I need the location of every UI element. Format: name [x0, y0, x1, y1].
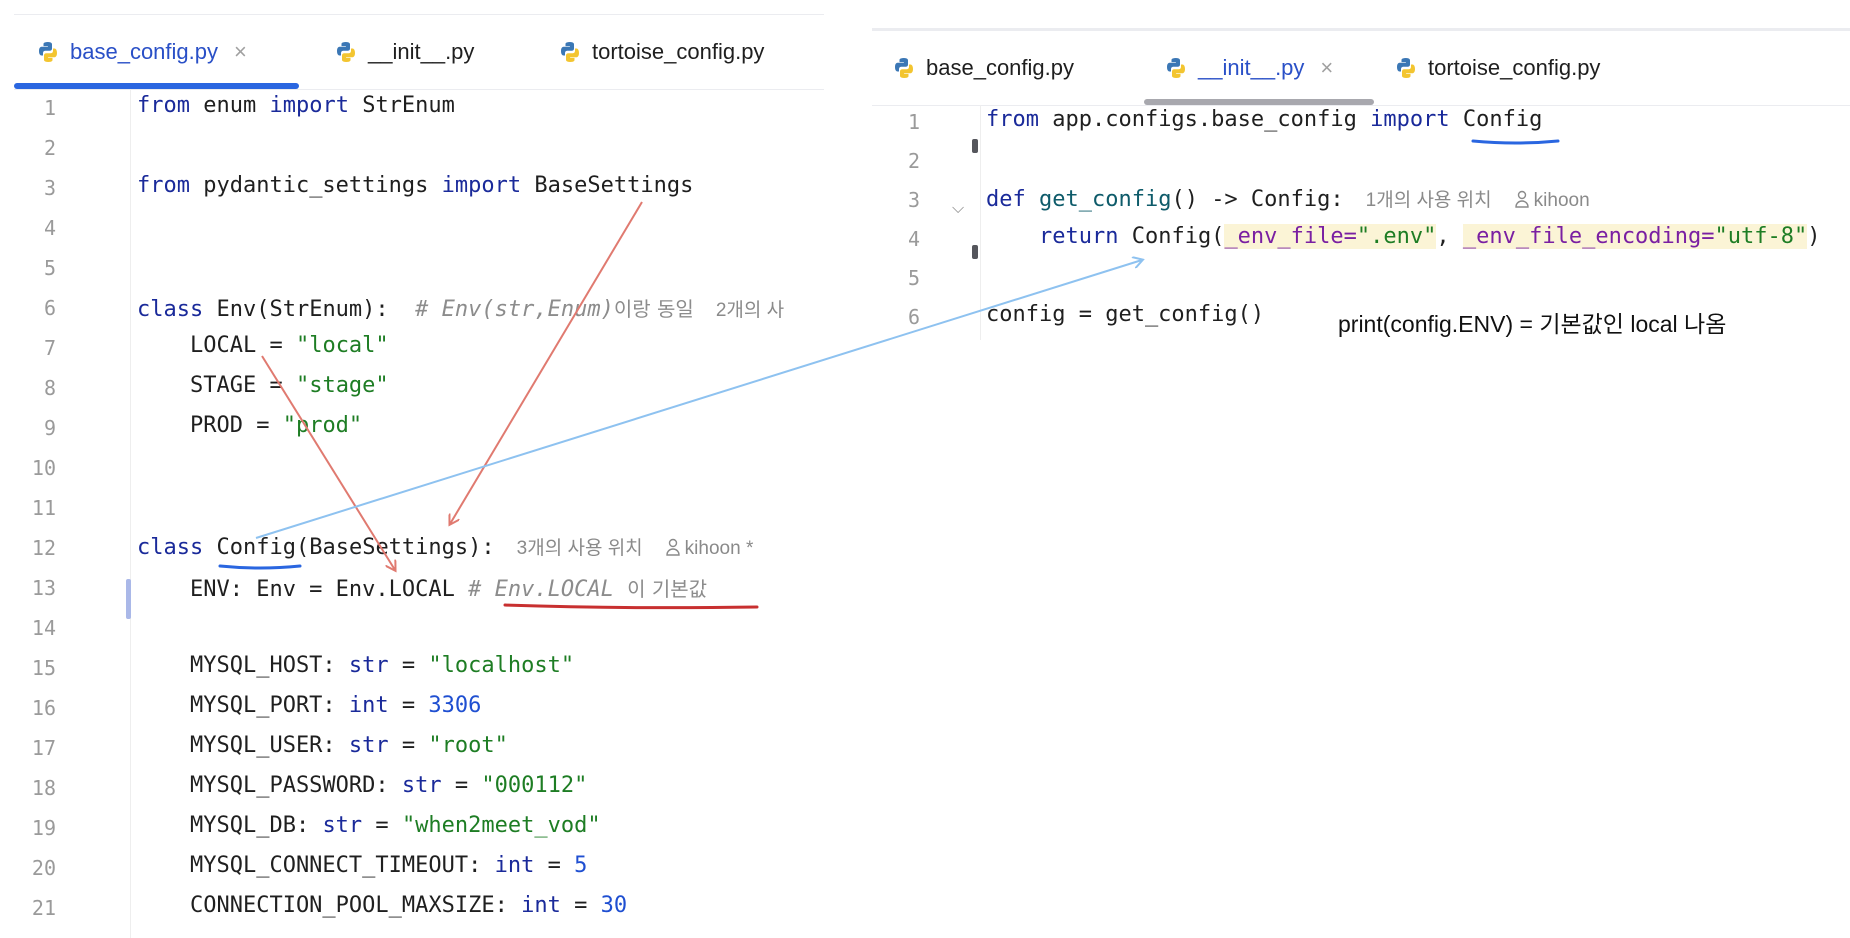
blue-underline-config-right	[1471, 139, 1560, 145]
red-underline-comment	[503, 603, 759, 610]
blue-underline-config-left	[218, 564, 302, 570]
red-arrow-local	[261, 355, 395, 570]
annotation-overlay	[218, 139, 1560, 610]
red-arrow-basesettings	[450, 201, 643, 524]
blue-arrow-config	[255, 260, 1142, 539]
